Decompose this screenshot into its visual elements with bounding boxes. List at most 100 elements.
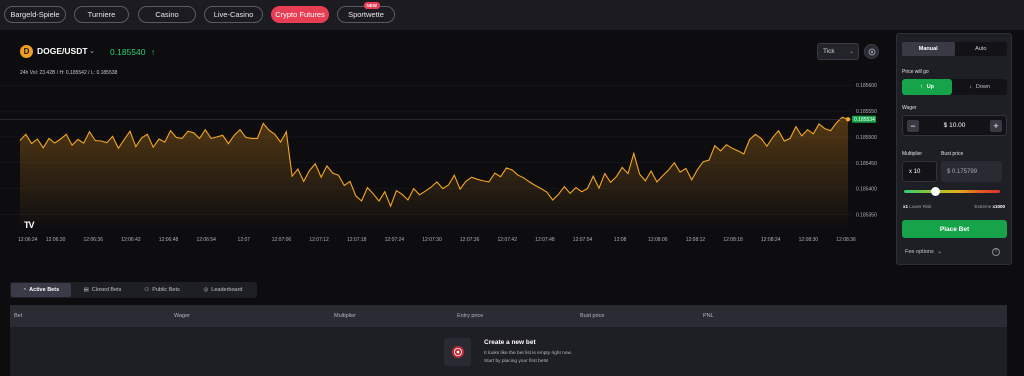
down-button-label: Down <box>975 84 990 90</box>
bets-tabs: ◔ Active Bets ▤ Closed Bets ⚇ Public Bet… <box>10 282 257 298</box>
x-tick-label: 12:08:36 <box>836 237 856 243</box>
x-tick-label: 12:07:18 <box>347 237 367 243</box>
x-axis: 12:06:24 12:06:30 12:06:36 12:06:42 12:06:48… <box>18 237 856 243</box>
column-multiplier: Multiplier <box>334 313 357 319</box>
tab-active-bets[interactable]: ◔ Active Bets <box>11 283 71 297</box>
y-tick-label: 0.185350 <box>856 212 877 218</box>
eye-icon <box>868 48 875 55</box>
place-bet-button[interactable]: Place Bet <box>902 220 1007 238</box>
tab-closed-bets-label: Closed Bets <box>91 287 122 293</box>
risk-low-label: x1 Lower Risk <box>903 204 932 209</box>
y-tick-label: 0.185550 <box>856 109 877 115</box>
tab-auto[interactable]: Auto <box>955 42 1008 56</box>
target-icon <box>451 346 464 358</box>
nav-live-casino[interactable]: Live-Casino <box>204 6 263 23</box>
risk-high-label: Extreme x1000 <box>974 204 1005 209</box>
x-tick-label: 12:08:30 <box>799 237 819 243</box>
x-tick-label: 12:08:24 <box>761 237 781 243</box>
x-tick-label: 12:07:12 <box>309 237 329 243</box>
trophy-icon: ◎ <box>203 287 209 293</box>
current-price-badge-text: 0.185534 <box>854 117 875 123</box>
top-nav: Bargeld-Spiele Turniere Casino Live-Casi… <box>0 0 1024 30</box>
table-header: Bet Wager Multiplier Entry price Bust pr… <box>10 305 1007 327</box>
y-tick-label: 0.185400 <box>856 187 877 193</box>
nav-tournaments[interactable]: Turniere <box>74 6 129 23</box>
x-tick-label: 12:08:06 <box>648 237 668 243</box>
risk-max-value: x1000 <box>992 204 1005 209</box>
empty-state-line-2: Start by placing your first bets! <box>484 359 549 364</box>
x-tick-label: 12:07:24 <box>385 237 405 243</box>
last-price-dot <box>845 117 851 122</box>
user-icon: ◔ <box>22 287 27 293</box>
bet-panel: Manual Auto Price will go ↑ Up ↓ Down Wa… <box>896 33 1012 265</box>
trading-pair-selector[interactable]: DOGE/USDT <box>37 46 88 56</box>
tab-manual[interactable]: Manual <box>902 42 955 56</box>
risk-low-text: Lower Risk <box>909 204 932 209</box>
column-entry-price: Entry price <box>457 313 484 319</box>
risk-slider-track[interactable] <box>904 190 1000 193</box>
y-tick-label: 0.185600 <box>856 83 877 89</box>
chevron-down-icon: ⌄ <box>937 249 942 255</box>
price-area <box>20 117 848 230</box>
current-price: 0.185540 ↑ <box>110 47 155 57</box>
x-tick-label: 12:06:54 <box>196 237 216 243</box>
empty-state-line-1: It looks like the bet list is empty righ… <box>484 351 572 356</box>
multiplier-label: Multiplier <box>902 151 923 157</box>
interval-select[interactable]: Tick ⌄ <box>817 43 859 60</box>
x-tick-label: 12:08:12 <box>686 237 706 243</box>
interval-value: Tick <box>823 48 835 55</box>
doge-coin-icon: D <box>20 45 33 58</box>
down-button[interactable]: ↓ Down <box>952 79 1007 95</box>
tab-closed-bets[interactable]: ▤ Closed Bets <box>71 283 134 297</box>
tab-public-bets[interactable]: ⚇ Public Bets <box>134 283 190 297</box>
up-button-label: Up <box>926 84 935 90</box>
current-price-badge: 0.185534 <box>852 115 876 123</box>
x-tick-label: 12:08:18 <box>723 237 743 243</box>
x-tick-label: 12:07:54 <box>573 237 593 243</box>
nav-crypto-futures[interactable]: Crypto Futures <box>271 6 329 23</box>
chevron-down-icon: ⌄ <box>848 49 854 55</box>
tab-leaderboard-label: Leaderboard <box>211 287 243 293</box>
help-icon[interactable]: ? <box>992 248 1000 256</box>
column-bust-price: Bust price <box>580 313 605 319</box>
price-chart: 0.185600 0.185550 0.185500 0.185450 0.185400… <box>0 83 877 243</box>
people-icon: ⚇ <box>144 287 150 293</box>
wager-increase-button[interactable]: + <box>990 120 1002 132</box>
fee-options-toggle[interactable]: Fee options ⌄ <box>905 249 942 255</box>
direction-switch: ↑ Up ↓ Down <box>902 79 1007 95</box>
nav-casino[interactable]: Casino <box>138 6 196 23</box>
arrow-up-icon: ↑ <box>150 47 156 57</box>
x-tick-label: 12:07:48 <box>535 237 555 243</box>
tab-leaderboard[interactable]: ◎ Leaderboard <box>190 283 256 297</box>
x-tick-label: 12:06:24 <box>18 237 38 243</box>
column-bet: Bet <box>14 313 23 319</box>
y-tick-label: 0.185500 <box>856 135 877 141</box>
bust-price-label: Bust price <box>941 151 964 157</box>
x-tick-label: 12:07:30 <box>422 237 442 243</box>
x-tick-label: 12:06:30 <box>46 237 66 243</box>
x-tick-label: 12:06:42 <box>121 237 141 243</box>
nav-sports-betting-label: Sportwette <box>348 10 384 19</box>
x-tick-label: 12:06:36 <box>84 237 104 243</box>
x-tick-label: 12:07:06 <box>272 237 292 243</box>
mode-switch: Manual Auto <box>902 42 1007 56</box>
column-pnl: PNL <box>703 313 714 319</box>
current-price-value: 0.185540 <box>110 47 146 57</box>
chevron-down-icon[interactable]: ⌄ <box>89 47 95 55</box>
column-wager: Wager <box>174 313 190 319</box>
up-button[interactable]: ↑ Up <box>902 79 952 95</box>
nav-cash-games[interactable]: Bargeld-Spiele <box>4 6 66 23</box>
y-tick-label: 0.185450 <box>856 161 877 167</box>
risk-slider-handle[interactable] <box>931 187 940 196</box>
risk-min-value: x1 <box>903 204 909 209</box>
multiplier-input[interactable]: x 10 <box>902 161 937 182</box>
list-icon: ▤ <box>83 287 89 293</box>
risk-high-text: Extreme <box>974 204 992 209</box>
direction-label: Price will go <box>902 69 929 75</box>
tradingview-logo: TV <box>24 220 34 230</box>
wager-field[interactable]: − $ 10.00 + <box>902 115 1007 136</box>
x-tick-label: 12:06:48 <box>159 237 179 243</box>
nav-sports-betting[interactable]: Sportwette NEW <box>337 2 395 23</box>
chart-settings-button[interactable] <box>864 44 879 59</box>
empty-state-title: Create a new bet <box>484 339 536 346</box>
